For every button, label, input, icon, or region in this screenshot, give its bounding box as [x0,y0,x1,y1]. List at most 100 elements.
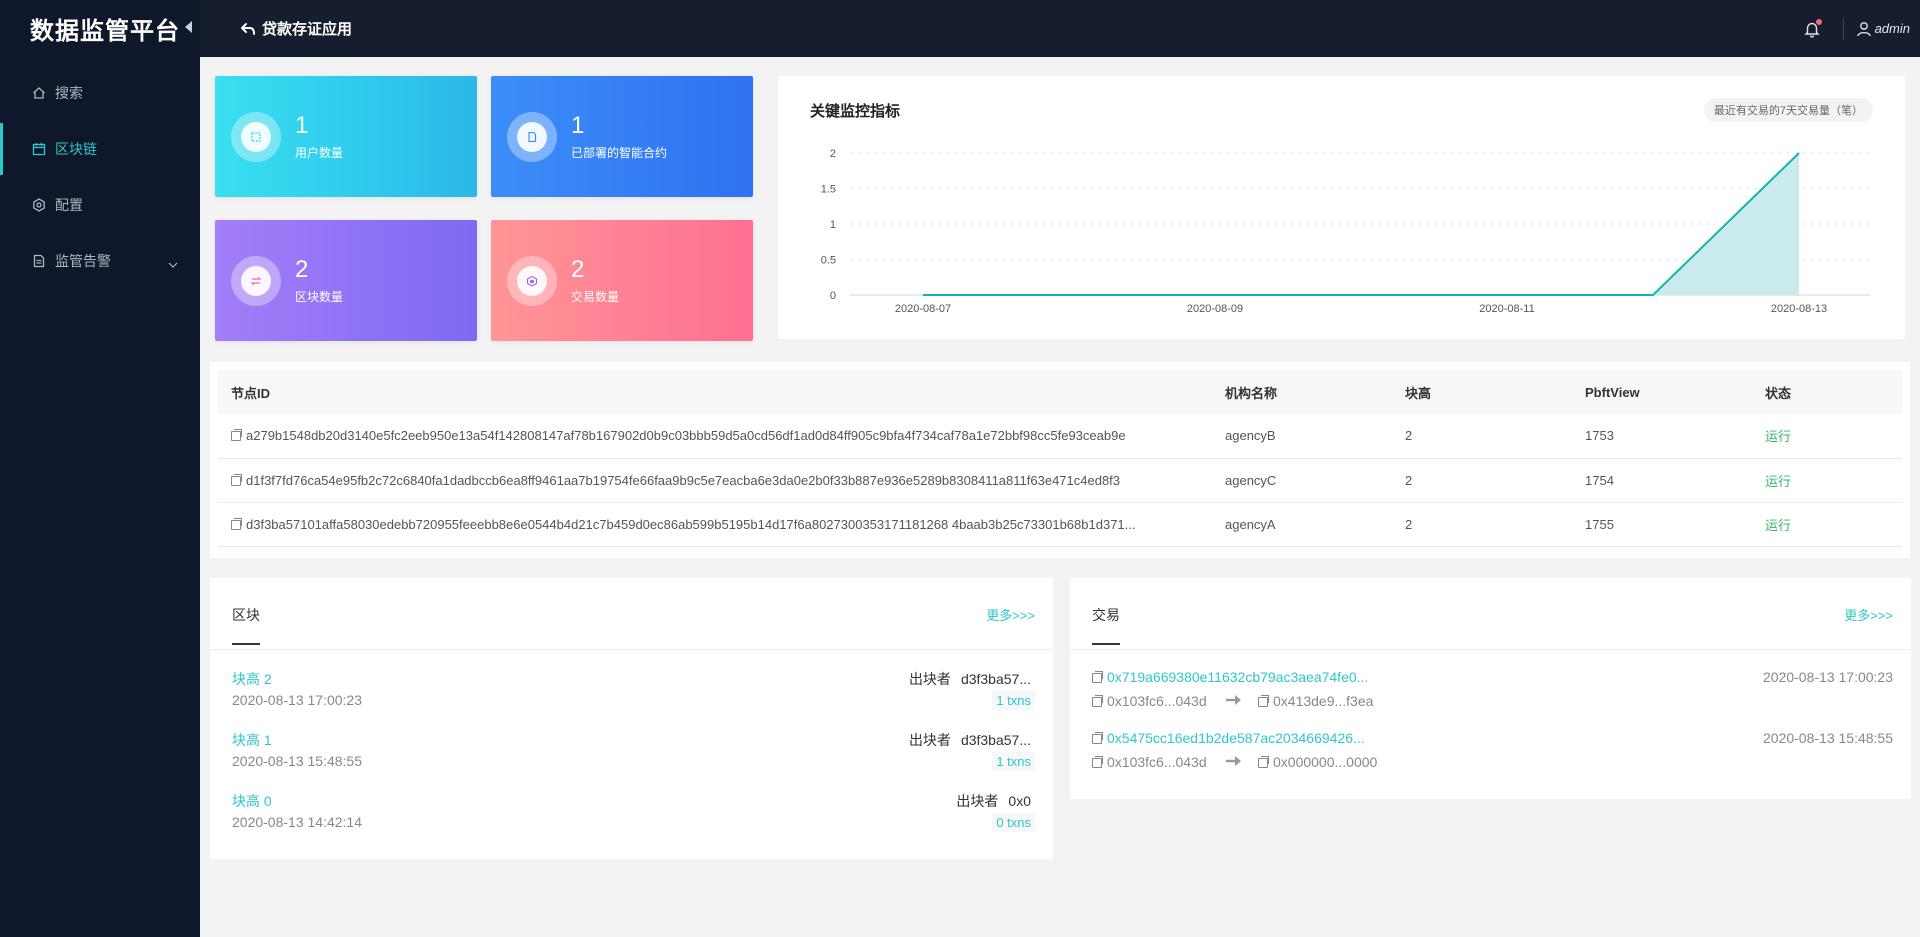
miner-value: d3f3ba57... [960,732,1031,748]
stat-card-transactions: 2 交易数量 [491,220,753,341]
tx-to-address: 0x000000...0000 [1273,754,1378,770]
chart-range-tag[interactable]: 最近有交易的7天交易量（笔） [1703,98,1873,122]
column-header-pbft-view: PbftView [1572,370,1752,414]
blocks-tab[interactable]: 区块 [232,605,260,645]
block-txns-badge[interactable]: 0 txns [992,813,1035,832]
block-miner: 出块者 d3f3ba57... [909,730,1031,750]
tx-from-address: 0x103fc6...043d [1107,693,1207,709]
tx-from: 0x103fc6...043d [1092,693,1207,709]
copy-icon[interactable] [1258,756,1269,768]
copy-icon[interactable] [1092,695,1103,707]
block-time: 2020-08-13 17:00:23 [232,692,362,708]
miner-value: 0x0 [1008,793,1031,809]
stat-value: 1 [571,112,585,139]
copy-icon[interactable] [231,517,242,530]
sidebar: 数据监管平台 搜索 区块链 配置 监管告警 [0,0,200,937]
copy-icon[interactable] [231,429,242,442]
blocks-panel-header: 区块 更多>>> [210,578,1053,650]
sidebar-item-config[interactable]: 配置 [0,177,200,233]
y-tick-label: 0.5 [821,255,836,267]
sidebar-item-label: 区块链 [55,141,97,157]
column-header-height: 块高 [1392,370,1572,414]
blocks-more-link[interactable]: 更多>>> [986,605,1035,624]
miner-value: d3f3ba57... [960,671,1031,687]
copy-icon[interactable] [1258,695,1269,707]
tx-to-address: 0x413de9...f3ea [1273,693,1374,709]
sidebar-item-search[interactable]: 搜索 [0,65,200,121]
app-title: 数据监管平台 [30,18,180,45]
list-item: 块高 2 2020-08-13 17:00:23 出块者 d3f3ba57... … [210,662,1053,723]
file-icon [528,131,537,142]
block-txns-badge[interactable]: 1 txns [992,691,1035,710]
table-row: a279b1548db20d3140e5fc2eeb950e13a54f1428… [218,414,1902,459]
copy-icon[interactable] [1092,671,1103,683]
sidebar-item-alerts[interactable]: 监管告警 [0,233,200,289]
copy-icon[interactable] [1092,732,1103,744]
block-height: 2 [1392,458,1572,503]
block-height-link[interactable]: 块高 0 [232,791,272,811]
x-tick-label: 2020-08-11 [1479,303,1534,315]
y-tick-label: 1 [830,219,836,231]
tx-hash-link[interactable]: 0x5475cc16ed1b2de587ac2034669426... [1092,730,1365,746]
pbft-view: 1754 [1572,458,1752,503]
notification-bell-icon[interactable] [1803,18,1822,38]
column-header-node-id: 节点ID [218,370,1212,414]
node-table-panel: 节点ID 机构名称 块高 PbftView 状态 a279b1548db20d3… [210,362,1910,558]
blocks-panel: 区块 更多>>> 块高 2 2020-08-13 17:00:23 出块者 d3f… [210,578,1053,859]
copy-icon[interactable] [1092,756,1103,768]
tx-to: 0x413de9...f3ea [1258,693,1373,709]
tx-from-address: 0x103fc6...043d [1107,754,1207,770]
transactions-tab[interactable]: 交易 [1092,605,1120,645]
agency-name: agencyB [1212,414,1392,459]
arrow-right-icon [1225,693,1243,709]
block-height-link[interactable]: 块高 2 [232,669,272,689]
back-label: 贷款存证应用 [262,21,353,38]
list-item: 0x5475cc16ed1b2de587ac2034669426... 2020… [1070,723,1911,784]
user-menu[interactable]: admin [1856,21,1910,37]
status-badge: 运行 [1752,458,1902,503]
stat-label: 用户数量 [295,146,344,160]
notification-dot [1815,18,1822,25]
miner-label: 出块者 [908,671,951,687]
tx-time: 2020-08-13 15:48:55 [1763,730,1893,746]
block-time: 2020-08-13 15:48:55 [232,753,362,769]
list-item: 块高 0 2020-08-13 14:42:14 出块者 0x0 0 txns [210,784,1053,845]
stat-label: 交易数量 [571,290,620,304]
collapse-sidebar-icon[interactable] [185,21,192,33]
back-button[interactable]: 贷款存证应用 [240,18,352,39]
stat-label: 已部署的智能合约 [571,146,668,160]
stat-icon-circle [507,111,557,162]
header-actions: admin [1803,17,1910,40]
sidebar-item-blockchain[interactable]: 区块链 [0,121,200,177]
transactions-panel: 交易 更多>>> 0x719a669380e11632cb79ac3aea74f… [1070,578,1911,799]
home-icon [32,86,46,100]
user-box-icon [251,131,261,142]
stat-icon-circle [231,111,281,162]
block-txns-badge[interactable]: 1 txns [992,752,1035,771]
tx-hash-link[interactable]: 0x719a669380e11632cb79ac3aea74fe0... [1092,669,1368,685]
node-id: d3f3ba57101affa58030edebb720955feeebb8e6… [246,516,1136,532]
stat-label: 区块数量 [295,290,344,304]
table-header-row: 节点ID 机构名称 块高 PbftView 状态 [218,370,1902,414]
x-tick-label: 2020-08-09 [1187,303,1243,315]
sidebar-item-label: 配置 [55,197,83,213]
transactions-more-link[interactable]: 更多>>> [1844,605,1893,624]
tx-from: 0x103fc6...043d [1092,754,1207,770]
copy-icon[interactable] [231,473,242,486]
block-time: 2020-08-13 14:42:14 [232,814,362,830]
stat-card-blocks: 2 区块数量 [215,220,477,341]
stat-icon-circle [231,255,281,306]
y-tick-label: 1.5 [821,184,836,196]
chart-title: 关键监控指标 [810,103,901,120]
cube-icon [526,275,538,287]
user-name: admin [1874,21,1910,36]
x-tick-label: 2020-08-07 [895,303,951,315]
block-height-link[interactable]: 块高 1 [232,730,272,750]
tx-hash: 0x5475cc16ed1b2de587ac2034669426... [1107,730,1365,746]
stat-value: 1 [295,112,309,139]
app-brand: 数据监管平台 [0,0,200,57]
stat-value: 2 [571,256,585,283]
node-table: 节点ID 机构名称 块高 PbftView 状态 a279b1548db20d3… [218,370,1902,547]
miner-label: 出块者 [956,793,999,809]
calendar-icon [32,142,46,156]
